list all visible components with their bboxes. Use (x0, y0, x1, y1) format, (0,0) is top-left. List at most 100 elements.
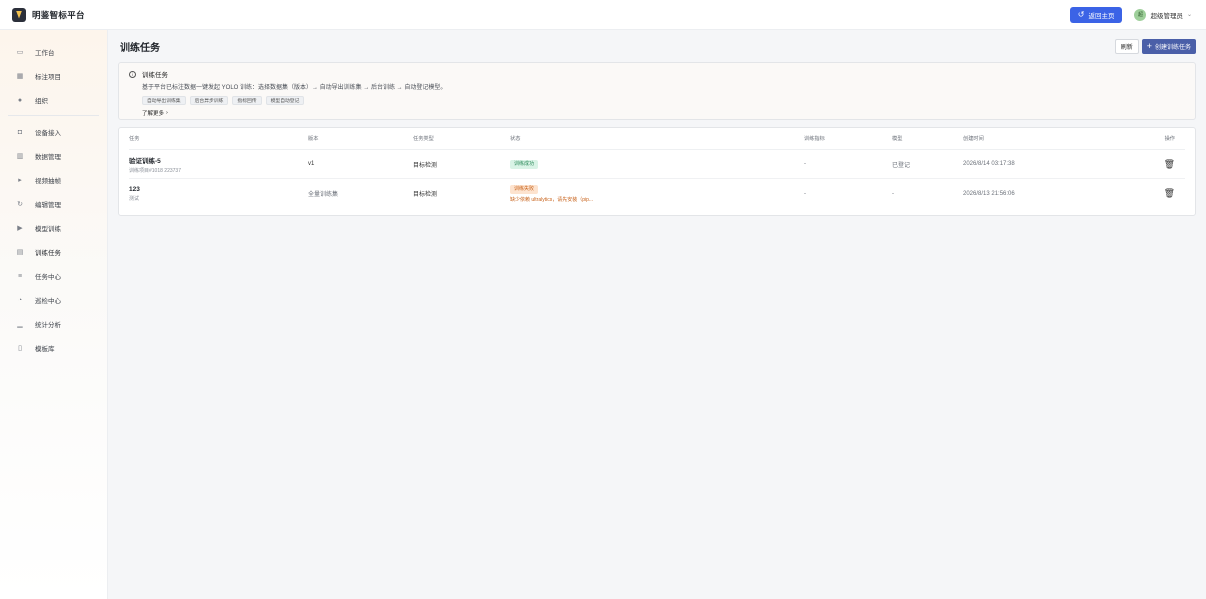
sidebar-item-model-training[interactable]: ▶ 模型训练 (0, 216, 107, 240)
learn-more-label: 了解更多 (142, 111, 165, 117)
task-cell: 验证训练-5 训练项目#1018 223737 (129, 155, 308, 174)
refresh-button[interactable]: 刷新 (1114, 38, 1139, 54)
sidebar-item-video-frames[interactable]: ▸ 视频抽帧 (0, 168, 107, 192)
sidebar-item-label: 组织 (35, 98, 48, 105)
column-header[interactable]: 模型 (892, 135, 963, 142)
status-cell: 训练成功 (510, 159, 804, 169)
version-cell: 全量训练集 (308, 192, 339, 198)
shield-logo-icon (12, 7, 26, 22)
return-arrow-icon: ↺ (1077, 9, 1085, 19)
user-name: 超级管理员 (1150, 12, 1183, 20)
table-header: 任务 版本 任务类型 状态 训练指标 模型 创建时间 操作 (129, 128, 1185, 150)
status-badge: 训练失败 (510, 184, 539, 194)
refresh-icon: ↻ (17, 201, 23, 208)
sidebar-divider (8, 115, 99, 116)
sidebar-item-template-library[interactable]: ▯ 模板库 (0, 336, 107, 360)
info-title-row: i 训练任务 (129, 69, 1185, 79)
task-sub: 测试 (129, 195, 140, 202)
info-title: 训练任务 (142, 72, 168, 79)
sidebar-item-label: 标注项目 (35, 74, 61, 81)
brand[interactable]: 明鉴智标平台 (0, 7, 108, 22)
play-small-icon: ▸ (18, 177, 22, 184)
feature-tag: 模型自动登记 (265, 96, 305, 105)
column-header[interactable]: 任务 (129, 135, 308, 142)
sidebar-item-label: 编辑管理 (35, 202, 61, 209)
metrics-cell: - (804, 161, 806, 167)
task-sub: 训练项目#1018 223737 (129, 167, 181, 174)
model-cell: 已登记 (892, 162, 911, 169)
sidebar-item-label: 设备接入 (35, 130, 61, 137)
model-cell: - (892, 190, 894, 197)
sidebar-item-label: 任务中心 (35, 274, 61, 281)
column-header[interactable]: 任务类型 (413, 135, 510, 142)
main-content: 训练任务 刷新 + 创建训练任务 i 训练任务 基于平台已标注数据一键发起 YO… (118, 30, 1196, 216)
trash-icon[interactable]: 🗑 (1164, 188, 1175, 198)
user-menu[interactable]: 超 超级管理员 ⌄ (1134, 8, 1192, 21)
column-header[interactable]: 创建时间 (963, 135, 1123, 142)
sidebar-item-label: 工作台 (35, 50, 55, 57)
column-header[interactable]: 状态 (510, 135, 804, 142)
play-icon: ▶ (17, 225, 23, 232)
sidebar-item-device-access[interactable]: ◘ 设备接入 (0, 120, 107, 144)
status-badge: 训练成功 (510, 159, 539, 169)
column-header[interactable]: 版本 (308, 135, 413, 142)
sidebar: ▭ 工作台 ▦ 标注项目 ● 组织 ◘ 设备接入 ▥ 数据管理 ▸ 视频抽帧 ↻… (0, 30, 108, 599)
sidebar-item-label: 巡检中心 (35, 298, 61, 305)
created-time-cell: 2026/8/14 03:17:38 (963, 161, 1015, 167)
sidebar-item-training-tasks[interactable]: ▤ 训练任务 (0, 240, 107, 264)
learn-more-link[interactable]: 了解更多 › (142, 109, 1185, 117)
type-cell: 目标检测 (413, 162, 438, 169)
sidebar-item-inspection-center[interactable]: ◔ 巡检中心 (0, 288, 107, 312)
table-row[interactable]: 验证训练-5 训练项目#1018 223737 v1 目标检测 训练成功 - 已… (129, 150, 1185, 179)
sidebar-item-task-center[interactable]: ≡ 任务中心 (0, 264, 107, 288)
feature-tag: 自动导出训练集 (142, 96, 186, 105)
column-header[interactable]: 训练指标 (804, 135, 892, 142)
created-time-cell: 2026/8/13 21:56:06 (963, 190, 1015, 197)
database-icon: ▥ (16, 153, 24, 160)
task-name[interactable]: 验证训练-5 (129, 155, 308, 165)
task-cell: 123 测试 (129, 186, 308, 202)
info-icon: i (129, 70, 136, 78)
return-home-button[interactable]: ↺ 返回主页 (1069, 6, 1123, 23)
actions-cell: 🗑 (1123, 188, 1175, 199)
sidebar-item-label: 训练任务 (35, 250, 61, 257)
brand-name: 明鉴智标平台 (32, 9, 85, 20)
page-header: 训练任务 刷新 + 创建训练任务 (118, 30, 1196, 62)
create-training-task-label: 创建训练任务 (1154, 44, 1191, 51)
page-title: 训练任务 (120, 42, 160, 54)
column-header: 操作 (1164, 136, 1175, 142)
info-card: i 训练任务 基于平台已标注数据一键发起 YOLO 训练：选择数据集（版本）→ … (118, 62, 1196, 120)
task-name[interactable]: 123 (129, 186, 308, 193)
sidebar-item-data-management[interactable]: ▥ 数据管理 (0, 144, 107, 168)
return-home-label: 返回主页 (1088, 12, 1115, 20)
avatar: 超 (1134, 8, 1147, 21)
user-icon: ● (17, 96, 23, 104)
sidebar-item-label: 模型训练 (35, 226, 61, 233)
sidebar-item-organization[interactable]: ● 组织 (0, 88, 107, 112)
sidebar-item-label: 统计分析 (35, 322, 61, 329)
sidebar-item-statistics[interactable]: ▁ 统计分析 (0, 312, 107, 336)
feature-tags: 自动导出训练集 后台异步训练 指标回传 模型自动登记 (142, 96, 1185, 105)
chevron-down-icon: ⌄ (1186, 12, 1192, 18)
sidebar-item-edit-management[interactable]: ↻ 编辑管理 (0, 192, 107, 216)
info-description: 基于平台已标注数据一键发起 YOLO 训练：选择数据集（版本）→ 自动导出训练集… (142, 85, 447, 91)
type-cell: 目标检测 (413, 192, 438, 198)
trash-icon[interactable]: 🗑 (1164, 159, 1175, 169)
table-row[interactable]: 123 测试 全量训练集 目标检测 训练失败 缺少依赖 ultralytics，… (129, 179, 1185, 208)
failure-message: 缺少依赖 ultralytics，请先安装（pip... (510, 196, 594, 203)
device-icon: ◘ (17, 128, 23, 136)
plus-icon: + (1146, 40, 1152, 51)
monitor-icon: ▭ (16, 49, 24, 56)
sidebar-item-annotation-projects[interactable]: ▦ 标注项目 (0, 64, 107, 88)
document-icon: ▤ (16, 249, 24, 256)
inspect-icon: ◔ (17, 296, 23, 304)
top-bar: 明鉴智标平台 ↺ 返回主页 超 超级管理员 ⌄ (0, 0, 1206, 30)
create-training-task-button[interactable]: + 创建训练任务 (1141, 38, 1196, 54)
list-icon: ≡ (17, 272, 23, 280)
page-actions: 刷新 + 创建训练任务 (1114, 38, 1196, 54)
bar-chart-icon: ▁ (17, 321, 23, 328)
sidebar-item-label: 数据管理 (35, 154, 61, 161)
training-task-table: 任务 版本 任务类型 状态 训练指标 模型 创建时间 操作 验证训练-5 训练项… (118, 127, 1196, 216)
metrics-cell: - (804, 190, 806, 197)
sidebar-item-workbench[interactable]: ▭ 工作台 (0, 40, 107, 64)
